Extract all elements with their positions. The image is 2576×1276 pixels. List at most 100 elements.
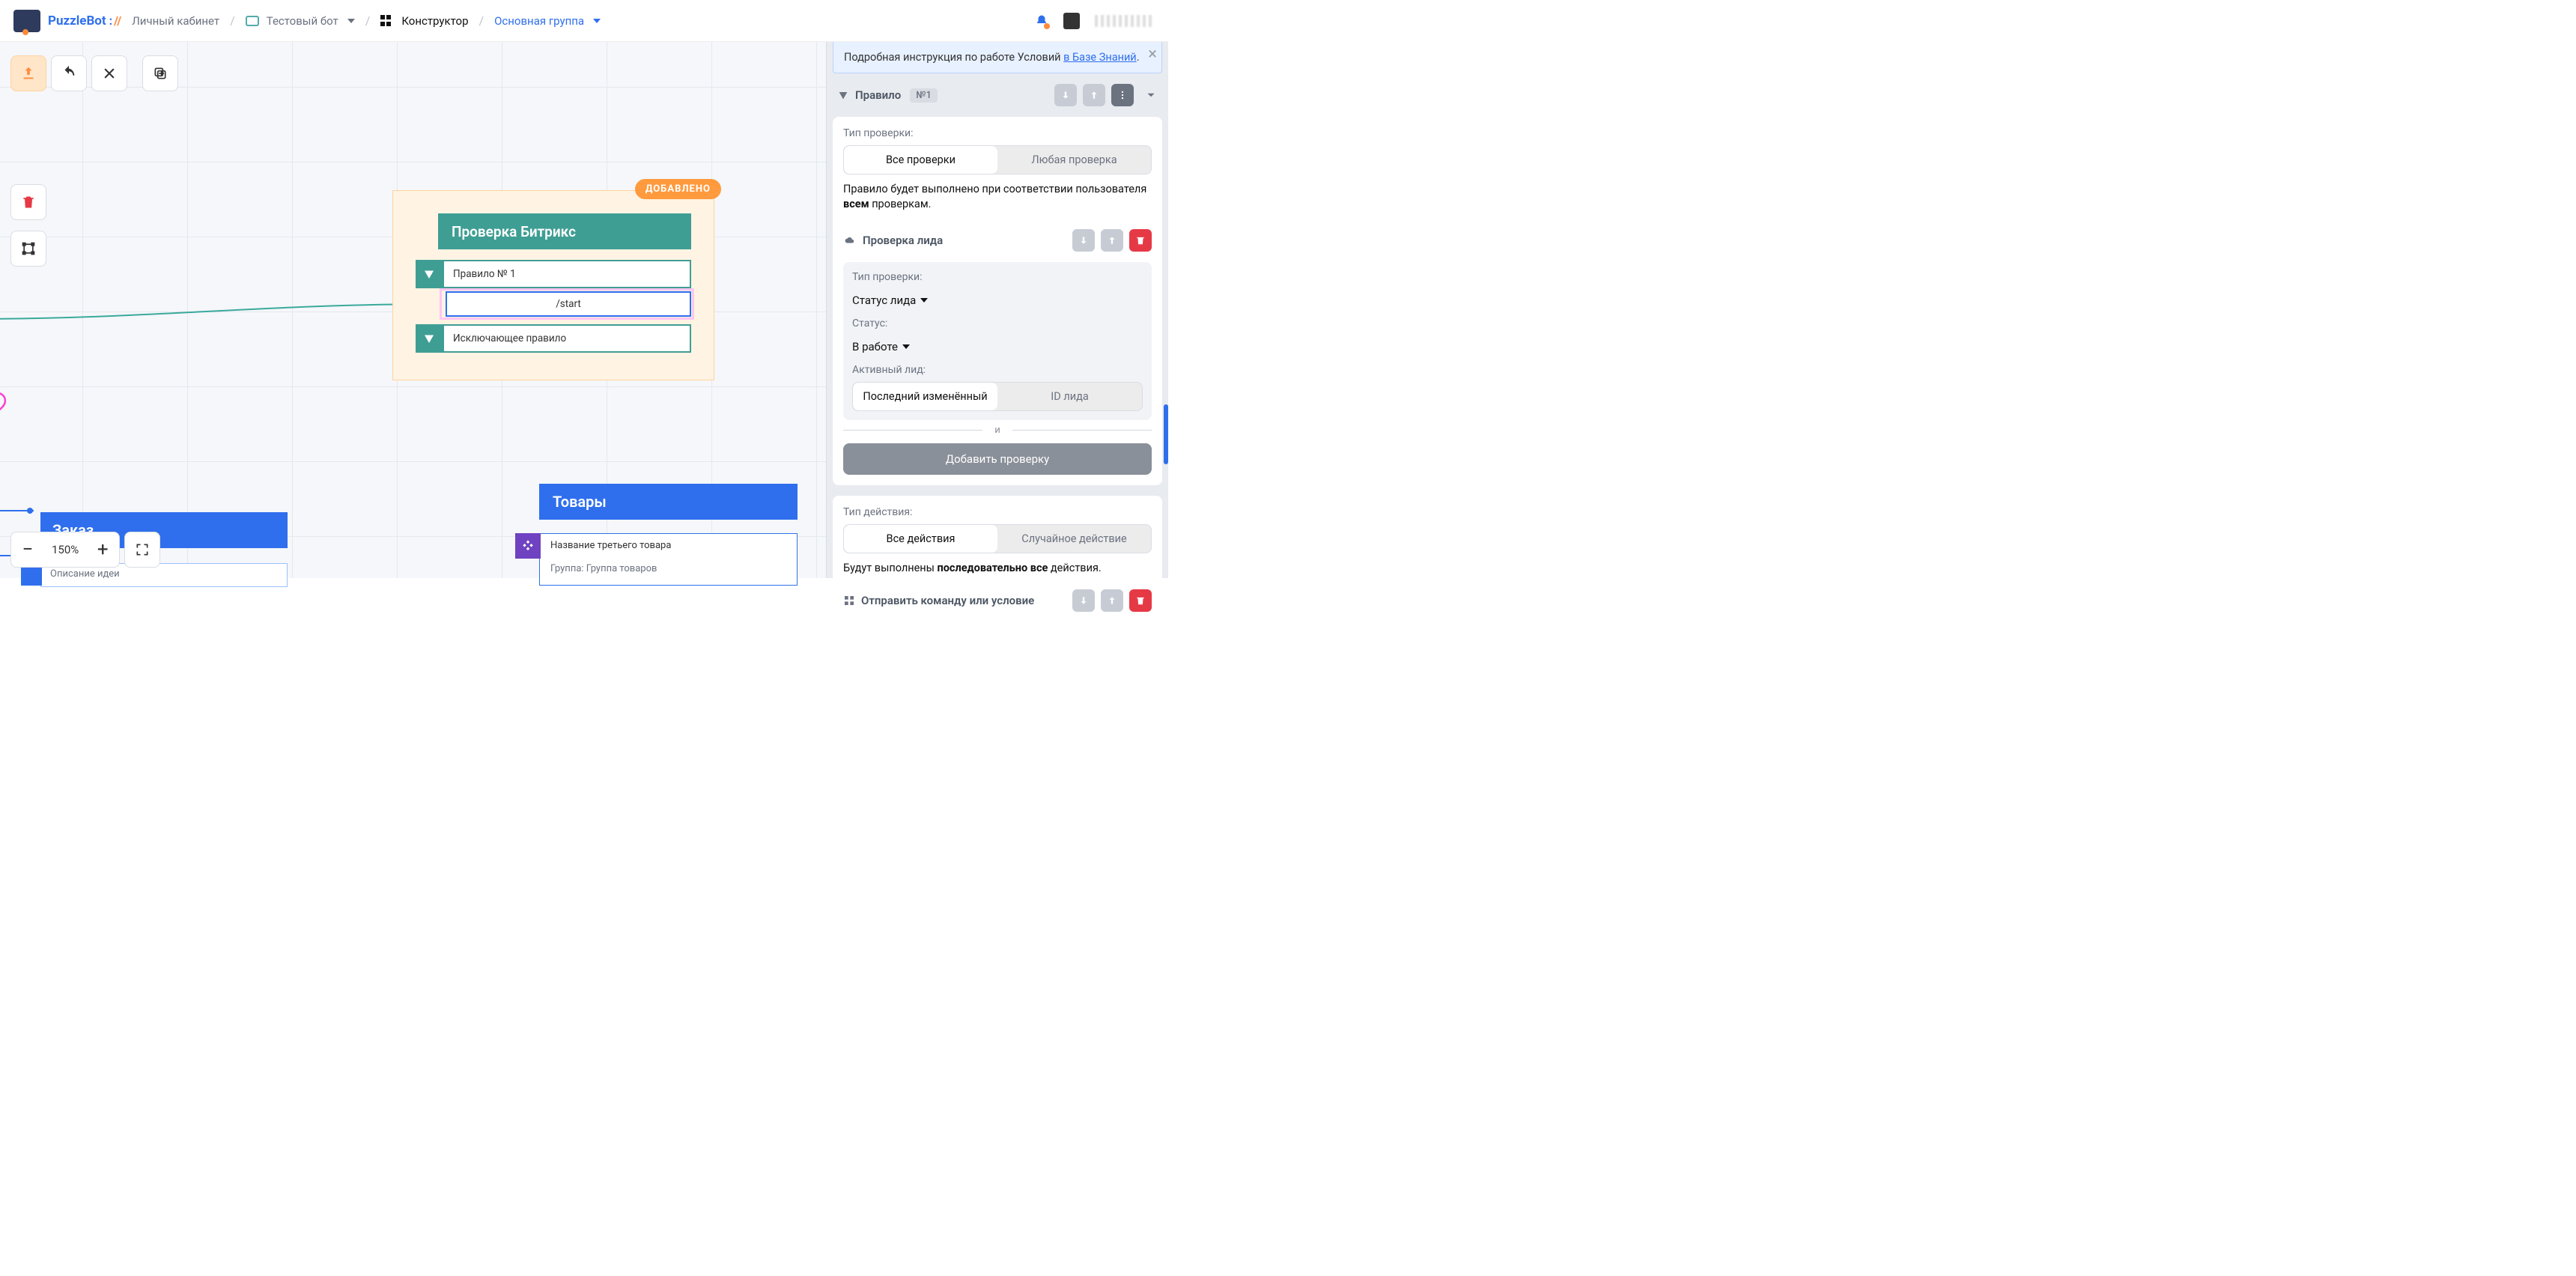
lead-check-config: Тип проверки: Статус лида Статус: В рабо…	[843, 262, 1152, 420]
breadcrumb-bar: PuzzleBot : // Личный кабинет / Тестовый…	[0, 0, 1168, 42]
and-label: и	[982, 425, 1012, 436]
node-goods-title[interactable]: Товары	[539, 484, 798, 520]
chevron-down-icon[interactable]	[1144, 88, 1158, 102]
app-logo-icon[interactable]	[13, 10, 40, 32]
rule-icon	[837, 89, 849, 101]
zoom-out-button[interactable]: −	[11, 532, 44, 567]
node-start-row[interactable]: /start	[446, 291, 691, 317]
close-button[interactable]	[91, 55, 127, 91]
wire-pink	[0, 386, 30, 424]
lead-status-dropdown[interactable]: Статус лида	[852, 289, 1143, 312]
brand-name[interactable]: PuzzleBot	[48, 13, 106, 28]
row-handle-icon[interactable]	[416, 260, 443, 288]
side-toolbar-1	[10, 184, 46, 220]
goods-line1: Название третьего товара	[540, 534, 797, 557]
send-command-header[interactable]: Отправить команду или условие	[843, 586, 1152, 619]
rule-number: №1	[910, 88, 938, 103]
action-description: Будут выполнены последовательно все дейс…	[843, 561, 1152, 576]
seg-all-checks[interactable]: Все проверки	[844, 146, 997, 174]
action-move-down-button[interactable]	[1072, 589, 1095, 612]
check-move-up-button[interactable]	[1101, 229, 1123, 252]
rule-header[interactable]: Правило №1	[827, 73, 1168, 117]
lead-check-header[interactable]: Проверка лида	[843, 226, 1152, 259]
seg-lead-id[interactable]: ID лида	[997, 383, 1142, 410]
exclude-label: Исключающее правило	[443, 324, 691, 353]
rule-label: Правило № 1	[443, 260, 691, 288]
active-lead-segmented: Последний изменённый ID лида	[852, 382, 1143, 411]
info-text: Подробная инструкция по работе Условий	[844, 51, 1063, 64]
user-avatar[interactable]	[1063, 13, 1080, 29]
rule-description: Правило будет выполнено при соответствии…	[843, 182, 1152, 213]
breadcrumb-group[interactable]: Основная группа	[494, 14, 601, 28]
scrollbar-thumb[interactable]	[1164, 404, 1168, 464]
seg-last-changed[interactable]: Последний изменённый	[853, 383, 997, 410]
active-lead-label: Активный лид:	[852, 364, 1143, 376]
more-button[interactable]	[1111, 84, 1134, 106]
info-dot: .	[1137, 51, 1140, 64]
notifications-icon[interactable]	[1035, 14, 1048, 28]
node-goods-panel[interactable]: Название третьего товара Группа: Группа …	[539, 533, 798, 586]
sep-colon: :	[109, 13, 113, 28]
rule-label: Правило	[855, 88, 901, 102]
fullscreen-button[interactable]	[124, 532, 160, 568]
added-badge: ДОБАВЛЕНО	[635, 179, 721, 199]
copy-button[interactable]	[142, 55, 178, 91]
sep-slashes: //	[114, 13, 121, 28]
user-name-blurred	[1095, 15, 1155, 27]
breadcrumb-sep-icon: /	[230, 13, 235, 28]
bot-icon	[246, 16, 259, 26]
breadcrumb-sep-icon: /	[479, 13, 484, 28]
breadcrumb-cabinet[interactable]: Личный кабинет	[132, 14, 219, 28]
status-dropdown[interactable]: В работе	[852, 335, 1143, 358]
move-down-button[interactable]	[1054, 84, 1077, 106]
chevron-down-icon	[347, 19, 355, 23]
node-bitrix-check[interactable]: ДОБАВЛЕНО Проверка Битрикс Правило № 1 /…	[392, 190, 714, 380]
goods-icon[interactable]	[515, 533, 541, 559]
delete-button[interactable]	[10, 184, 46, 220]
move-up-button[interactable]	[1083, 84, 1105, 106]
zoom-control: − 150% +	[10, 532, 160, 568]
check-delete-button[interactable]	[1129, 229, 1152, 252]
checks-card: Тип проверки: Все проверки Любая проверк…	[833, 117, 1162, 485]
breadcrumb-bot-label: Тестовый бот	[267, 14, 338, 28]
chevron-down-icon	[920, 298, 928, 303]
send-command-label: Отправить команду или условие	[861, 594, 1034, 607]
upload-button[interactable]	[10, 55, 46, 91]
info-link[interactable]: в Базе Знаний	[1063, 51, 1137, 64]
breadcrumb-group-label: Основная группа	[494, 14, 584, 28]
seg-all-actions[interactable]: Все действия	[844, 525, 997, 553]
properties-sidebar: Подробная инструкция по работе Условий в…	[826, 42, 1168, 578]
actions-card: Тип действия: Все действия Случайное дей…	[833, 496, 1162, 630]
action-delete-button[interactable]	[1129, 589, 1152, 612]
inner-check-type-label: Тип проверки:	[852, 271, 1143, 283]
breadcrumb-constructor-label: Конструктор	[401, 14, 468, 28]
grid-icon	[380, 15, 392, 27]
breadcrumb-constructor[interactable]: Конструктор	[380, 14, 468, 28]
node-title: Проверка Битрикс	[438, 213, 691, 249]
goods-line2: Группа: Группа товаров	[540, 557, 797, 580]
zoom-box: − 150% +	[10, 532, 120, 568]
check-type-label: Тип проверки:	[843, 127, 1152, 139]
cloud-icon	[843, 235, 857, 246]
check-move-down-button[interactable]	[1072, 229, 1095, 252]
grid-icon	[843, 595, 855, 607]
seg-random-action[interactable]: Случайное действие	[997, 525, 1151, 553]
breadcrumb-bot[interactable]: Тестовый бот	[246, 14, 355, 28]
info-banner: Подробная инструкция по работе Условий в…	[833, 42, 1162, 73]
node-exclude-row[interactable]: Исключающее правило	[416, 324, 691, 353]
undo-button[interactable]	[51, 55, 87, 91]
node-rule-row[interactable]: Правило № 1	[416, 260, 691, 288]
chevron-down-icon	[593, 19, 601, 23]
seg-any-check[interactable]: Любая проверка	[997, 146, 1151, 174]
zoom-in-button[interactable]: +	[86, 532, 119, 567]
action-type-segmented: Все действия Случайное действие	[843, 524, 1152, 553]
action-move-up-button[interactable]	[1101, 589, 1123, 612]
start-label: /start	[446, 291, 691, 317]
add-check-button[interactable]: Добавить проверку	[843, 443, 1152, 475]
check-type-segmented: Все проверки Любая проверка	[843, 145, 1152, 174]
and-separator: и	[843, 425, 1152, 436]
order-icon[interactable]	[21, 565, 42, 586]
close-icon[interactable]: ×	[1148, 45, 1157, 64]
row-handle-icon[interactable]	[416, 324, 443, 353]
chevron-down-icon	[902, 344, 910, 349]
